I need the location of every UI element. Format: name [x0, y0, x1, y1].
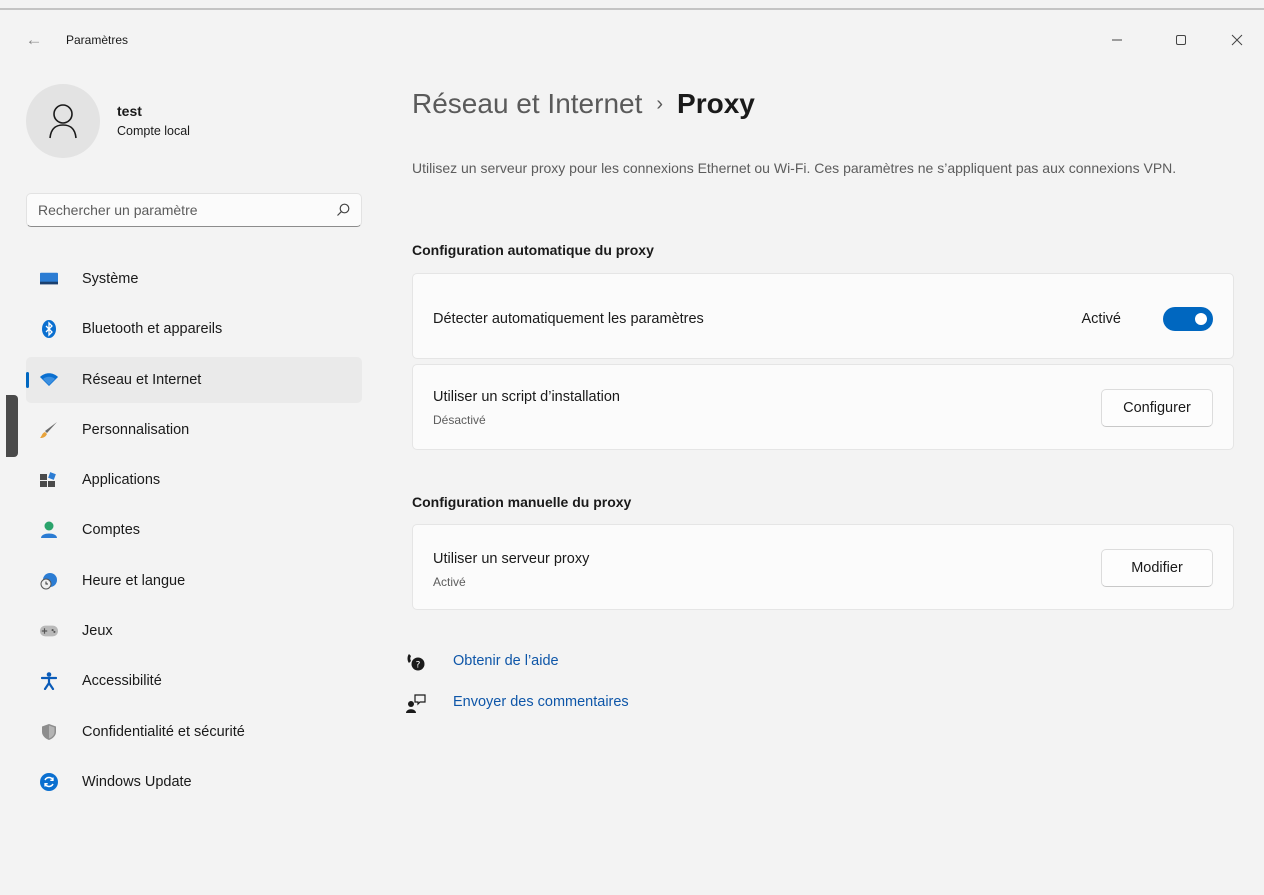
- sidebar-item-jeux[interactable]: Jeux: [26, 608, 362, 654]
- detect-settings-card: Détecter automatiquement les paramètres …: [412, 273, 1234, 359]
- configure-button[interactable]: Configurer: [1101, 389, 1213, 427]
- close-button[interactable]: [1214, 20, 1260, 60]
- search-icon[interactable]: [335, 202, 351, 218]
- avatar: [26, 84, 100, 158]
- wifi-icon: [40, 371, 58, 389]
- close-icon: [1231, 34, 1243, 46]
- sidebar: test Compte local Système Bluetooth et a…: [0, 60, 380, 895]
- manual-proxy-section-title: Configuration manuelle du proxy: [412, 494, 632, 510]
- update-icon: [40, 772, 58, 791]
- feedback-link-row[interactable]: Envoyer des commentaires: [406, 691, 806, 732]
- page-title: Proxy: [677, 88, 755, 119]
- sidebar-item-systeme[interactable]: Système: [26, 256, 362, 302]
- modify-button[interactable]: Modifier: [1101, 549, 1213, 587]
- sidebar-item-label: Accessibilité: [82, 673, 162, 690]
- accessibility-icon: [40, 672, 58, 691]
- sidebar-item-applications[interactable]: Applications: [26, 457, 362, 503]
- back-arrow-icon[interactable]: ←: [22, 28, 46, 52]
- person-icon: [40, 521, 58, 539]
- sidebar-item-reseau[interactable]: Réseau et Internet: [26, 356, 362, 403]
- proxy-server-status: Activé: [433, 575, 466, 589]
- sidebar-item-label: Bluetooth et appareils: [82, 321, 223, 338]
- minimize-icon: [1112, 39, 1122, 41]
- gamepad-icon: [40, 622, 58, 640]
- bluetooth-icon: [40, 320, 58, 339]
- sidebar-item-label: Système: [82, 271, 139, 287]
- apps-icon: [40, 471, 58, 489]
- get-help-link-row[interactable]: ? Obtenir de l’aide: [406, 650, 806, 691]
- sidebar-item-label: Comptes: [82, 522, 141, 539]
- monitor-icon: [40, 270, 58, 288]
- sidebar-nav: Système Bluetooth et appareils Réseau et…: [26, 256, 362, 809]
- maximize-button[interactable]: [1158, 20, 1204, 60]
- svg-text:?: ?: [416, 661, 421, 671]
- sidebar-item-label: Personnalisation: [82, 421, 190, 438]
- search-input[interactable]: [38, 194, 328, 226]
- sidebar-item-heure-langue[interactable]: Heure et langue: [26, 558, 362, 604]
- detect-settings-label: Détecter automatiquement les paramètres: [433, 311, 704, 327]
- sidebar-item-comptes[interactable]: Comptes: [26, 507, 362, 553]
- proxy-server-card: Utiliser un serveur proxy Activé Modifie…: [412, 524, 1234, 610]
- shield-icon: [40, 723, 58, 741]
- minimize-button[interactable]: [1094, 20, 1140, 60]
- help-icon: ?: [407, 654, 425, 671]
- setup-script-label: Utiliser un script d’installation: [433, 389, 620, 405]
- breadcrumb-parent[interactable]: Réseau et Internet: [412, 88, 642, 119]
- auto-proxy-section-title: Configuration automatique du proxy: [412, 242, 654, 258]
- sidebar-item-accessibilite[interactable]: Accessibilité: [26, 658, 362, 704]
- sidebar-item-label: Heure et langue: [82, 572, 186, 589]
- sidebar-item-label: Applications: [82, 472, 161, 489]
- sidebar-item-bluetooth[interactable]: Bluetooth et appareils: [26, 306, 362, 352]
- sidebar-item-personnalisation[interactable]: Personnalisation: [26, 407, 362, 453]
- app-title: Paramètres: [66, 33, 129, 47]
- profile-name: test: [117, 103, 142, 119]
- sidebar-item-label: Jeux: [82, 623, 113, 640]
- get-help-link[interactable]: Obtenir de l’aide: [453, 653, 559, 669]
- search-box[interactable]: [26, 193, 362, 227]
- maximize-icon: [1176, 35, 1186, 45]
- sidebar-item-label: Réseau et Internet: [82, 371, 202, 388]
- proxy-server-label: Utiliser un serveur proxy: [433, 551, 590, 567]
- user-icon: [49, 104, 77, 139]
- send-feedback-link[interactable]: Envoyer des commentaires: [453, 694, 629, 710]
- globe-clock-icon: [40, 572, 58, 590]
- brush-icon: [40, 421, 58, 439]
- sidebar-item-label: Confidentialité et sécurité: [82, 723, 245, 740]
- sidebar-item-windows-update[interactable]: Windows Update: [26, 759, 362, 805]
- user-profile[interactable]: test Compte local: [26, 84, 366, 160]
- active-indicator: [26, 371, 29, 388]
- setup-script-card: Utiliser un script d’installation Désact…: [412, 364, 1234, 450]
- breadcrumb: Réseau et Internet › Proxy: [412, 88, 755, 120]
- toggle-knob: [1195, 313, 1207, 325]
- profile-account-type: Compte local: [117, 124, 190, 138]
- page-description: Utilisez un serveur proxy pour les conne…: [412, 160, 1177, 176]
- detect-settings-toggle[interactable]: [1163, 307, 1213, 331]
- chevron-right-icon: ›: [656, 93, 664, 115]
- setup-script-status: Désactivé: [433, 413, 486, 427]
- help-links: ? Obtenir de l’aide Envoyer des commenta…: [406, 650, 806, 732]
- sidebar-item-confidentialite[interactable]: Confidentialité et sécurité: [26, 709, 362, 755]
- sidebar-item-label: Windows Update: [82, 773, 192, 790]
- feedback-icon: [406, 694, 426, 713]
- title-bar: ← Paramètres: [0, 10, 1264, 54]
- detect-toggle-state: Activé: [1081, 311, 1122, 327]
